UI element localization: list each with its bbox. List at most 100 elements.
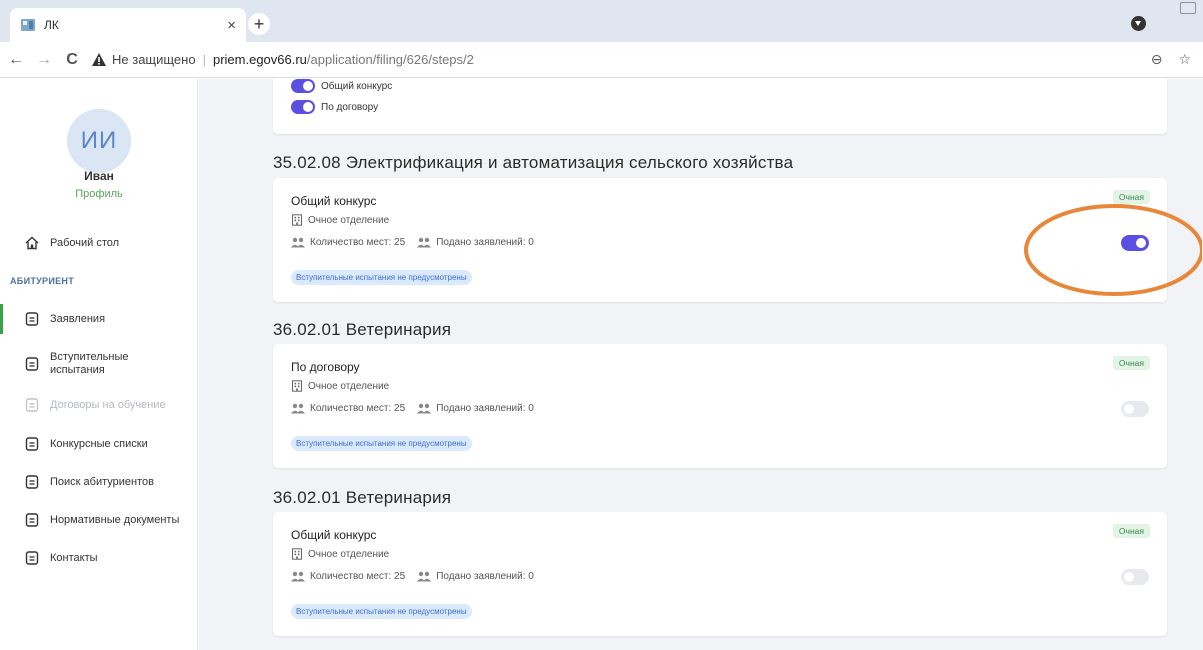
department-line: Очное отделение	[291, 548, 389, 560]
zoom-icon[interactable]: ⊖	[1151, 51, 1163, 68]
main-content: Общий конкурс По договору 35.02.08 Элект…	[199, 79, 1203, 650]
funding-toggle-row: Общий конкурс	[291, 79, 392, 93]
document-icon	[25, 437, 39, 451]
program-card: Общий конкурс Очная Очное отделение Коли…	[273, 512, 1167, 636]
document-icon	[25, 475, 39, 489]
building-icon	[292, 548, 302, 560]
sidebar-item-label: Договоры на обучение	[50, 399, 166, 411]
seats-count: Количество мест: 25	[310, 403, 406, 414]
department-label: Очное отделение	[308, 380, 390, 392]
sidebar-item-applicant-search[interactable]: Поиск абитуриентов	[0, 467, 198, 497]
user-name: Иван	[84, 169, 114, 183]
profile-link[interactable]: Профиль	[0, 188, 198, 200]
stats-line: Количество мест: 25 Подано заявлений: 0	[291, 571, 534, 582]
exam-note-pill: Вступительные испытания не предусмотрены	[291, 270, 472, 285]
department-line: Очное отделение	[291, 380, 389, 392]
sidebar-item-label: Конкурсные списки	[50, 438, 148, 450]
toggle-switch[interactable]	[291, 100, 315, 114]
avatar[interactable]: ИИ	[67, 109, 131, 173]
browser-tab-bar: ЛК × +	[0, 0, 1203, 42]
url-field[interactable]: Не защищено | priem.egov66.ru /applicati…	[92, 52, 1151, 67]
building-icon	[292, 380, 302, 392]
stats-line: Количество мест: 25 Подано заявлений: 0	[291, 237, 534, 248]
stats-line: Количество мест: 25 Подано заявлений: 0	[291, 403, 534, 414]
exam-note-pill: Вступительные испытания не предусмотрены	[291, 604, 472, 619]
sidebar: ИИ Иван Профиль Рабочий стол АБИТУРИЕНТ …	[0, 79, 198, 650]
sidebar-item-entrance-exams[interactable]: Вступительные испытания	[0, 346, 198, 382]
building-icon	[292, 214, 302, 226]
study-form-badge: Очная	[1112, 356, 1150, 370]
tab-close-icon[interactable]: ×	[227, 17, 236, 34]
sidebar-item-label: Вступительные испытания	[50, 351, 129, 376]
document-icon	[25, 551, 39, 565]
study-form-badge: Очная	[1112, 524, 1150, 538]
browser-profile-icon[interactable]	[1131, 16, 1146, 31]
app-content: ИИ Иван Профиль Рабочий стол АБИТУРИЕНТ …	[0, 79, 1203, 650]
document-icon	[25, 398, 39, 412]
sidebar-item-contracts: Договоры на обучение	[0, 390, 198, 420]
section-label: АБИТУРИЕНТ	[10, 276, 75, 286]
program-title: 36.02.01 Ветеринария	[273, 488, 452, 507]
people-icon	[291, 237, 305, 248]
address-bar: ← → C Не защищено | priem.egov66.ru /app…	[0, 42, 1203, 78]
insecure-label: Не защищено	[112, 52, 196, 67]
back-button[interactable]: ←	[4, 51, 28, 69]
sidebar-item-label: Нормативные документы	[50, 514, 180, 526]
program-card: Общий конкурс По договору	[273, 79, 1167, 134]
program-title: 36.02.01 Ветеринария	[273, 320, 452, 339]
document-icon	[25, 312, 39, 326]
card-title: Общий конкурс	[291, 194, 377, 208]
bookmark-star-icon[interactable]: ☆	[1178, 51, 1191, 68]
url-separator: |	[202, 52, 206, 67]
select-program-toggle[interactable]	[1121, 401, 1149, 417]
url-host: priem.egov66.ru	[212, 52, 307, 67]
tab-title: ЛК	[44, 18, 59, 32]
applications-count: Подано заявлений: 0	[436, 403, 534, 414]
exam-note-pill: Вступительные испытания не предусмотрены	[291, 436, 472, 451]
people-icon	[291, 403, 305, 414]
toggle-label: По договору	[321, 101, 379, 113]
sidebar-item-regulations[interactable]: Нормативные документы	[0, 505, 198, 535]
card-title: Общий конкурс	[291, 528, 377, 542]
warning-icon	[92, 53, 106, 66]
url-path: /application/filing/626/steps/2	[306, 52, 474, 67]
sidebar-item-label: Поиск абитуриентов	[50, 476, 154, 488]
applications-count: Подано заявлений: 0	[436, 571, 534, 582]
program-title: 35.02.08 Электрификация и автоматизация …	[273, 153, 794, 172]
people-icon	[291, 571, 305, 582]
applications-count: Подано заявлений: 0	[436, 237, 534, 248]
home-icon	[25, 236, 39, 250]
sidebar-item-contacts[interactable]: Контакты	[0, 543, 198, 573]
seats-count: Количество мест: 25	[310, 571, 406, 582]
select-program-toggle[interactable]	[1121, 569, 1149, 585]
document-icon	[25, 513, 39, 527]
seats-count: Количество мест: 25	[310, 237, 406, 248]
new-tab-button[interactable]: +	[248, 13, 270, 35]
sidebar-item-label: Рабочий стол	[50, 237, 120, 249]
sidebar-item-label: Контакты	[50, 552, 98, 564]
sidebar-item-label: Заявления	[50, 313, 106, 325]
toggle-switch[interactable]	[291, 79, 315, 93]
people-icon	[417, 237, 432, 248]
department-label: Очное отделение	[308, 548, 390, 560]
sidebar-item-competition-lists[interactable]: Конкурсные списки	[0, 429, 198, 459]
program-card: Общий конкурс Очная Очное отделение Коли…	[273, 178, 1167, 302]
people-icon	[417, 571, 432, 582]
study-form-badge: Очная	[1112, 190, 1150, 204]
department-label: Очное отделение	[308, 214, 390, 226]
sidebar-item-applications[interactable]: Заявления	[0, 304, 198, 334]
toggle-label: Общий конкурс	[321, 80, 393, 92]
card-title: По договору	[291, 360, 360, 374]
people-icon	[417, 403, 432, 414]
window-minimize-icon[interactable]	[1180, 2, 1196, 14]
funding-toggle-row: По договору	[291, 100, 378, 114]
browser-tab[interactable]: ЛК ×	[10, 8, 246, 42]
reload-button[interactable]: C	[60, 51, 84, 69]
program-card: По договору Очная Очное отделение Количе…	[273, 344, 1167, 468]
forward-button[interactable]: →	[32, 51, 56, 69]
department-line: Очное отделение	[291, 214, 389, 226]
site-favicon-icon	[21, 19, 35, 31]
sidebar-item-desktop[interactable]: Рабочий стол	[0, 228, 198, 258]
document-icon	[25, 357, 39, 371]
select-program-toggle[interactable]	[1121, 235, 1149, 251]
